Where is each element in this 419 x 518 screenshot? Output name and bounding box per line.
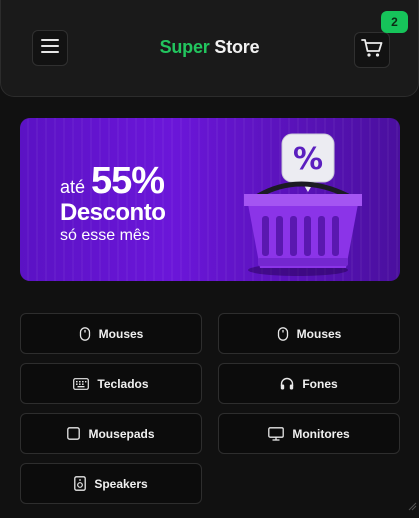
- speaker-icon: [74, 476, 87, 491]
- category-button-teclados[interactable]: Teclados: [20, 363, 202, 404]
- category-label: Speakers: [94, 476, 148, 491]
- category-label: Mouses: [98, 326, 144, 341]
- category-button-mousepads[interactable]: Mousepads: [20, 413, 202, 454]
- category-button-fones[interactable]: Fones: [218, 363, 400, 404]
- mouse-icon: [79, 326, 91, 341]
- cart-count-badge[interactable]: 2: [381, 11, 408, 33]
- shopping-basket-illustration: %: [230, 130, 380, 281]
- cart-button[interactable]: [354, 32, 390, 68]
- resize-handle-icon[interactable]: [407, 498, 417, 516]
- category-button-mouses-2[interactable]: Mouses: [218, 313, 400, 354]
- promo-banner[interactable]: até 55% Desconto só esse mês %: [20, 118, 400, 281]
- category-label: Monitores: [292, 426, 350, 441]
- category-button-speakers[interactable]: Speakers: [20, 463, 202, 504]
- category-button-monitores[interactable]: Monitores: [218, 413, 400, 454]
- shopping-cart-icon: [361, 38, 383, 63]
- promo-subtitle: só esse mês: [60, 227, 150, 244]
- category-label: Mouses: [296, 326, 342, 341]
- promo-percentage: 55%: [91, 160, 165, 202]
- headphones-icon: [280, 377, 294, 390]
- keyboard-icon: [73, 377, 90, 390]
- mouse-icon: [277, 326, 289, 341]
- svg-text:%: %: [293, 142, 323, 177]
- promo-line-discount: até 55%: [60, 162, 165, 200]
- brand-name-second: Store: [214, 37, 260, 57]
- monitor-icon: [268, 426, 285, 441]
- category-label: Mousepads: [88, 426, 155, 441]
- promo-text: até 55% Desconto só esse mês: [60, 162, 166, 245]
- page: Super Store 2 até 55% Desconto só esse m…: [0, 0, 419, 518]
- category-label: Teclados: [97, 376, 149, 391]
- promo-title: Desconto: [60, 199, 166, 226]
- promo-prefix: até: [60, 177, 86, 197]
- brand-name-first: Super: [159, 37, 210, 57]
- category-button-mouses[interactable]: Mouses: [20, 313, 202, 354]
- top-header: Super Store: [0, 0, 419, 97]
- mousepad-icon: [67, 427, 81, 440]
- category-label: Fones: [302, 376, 338, 391]
